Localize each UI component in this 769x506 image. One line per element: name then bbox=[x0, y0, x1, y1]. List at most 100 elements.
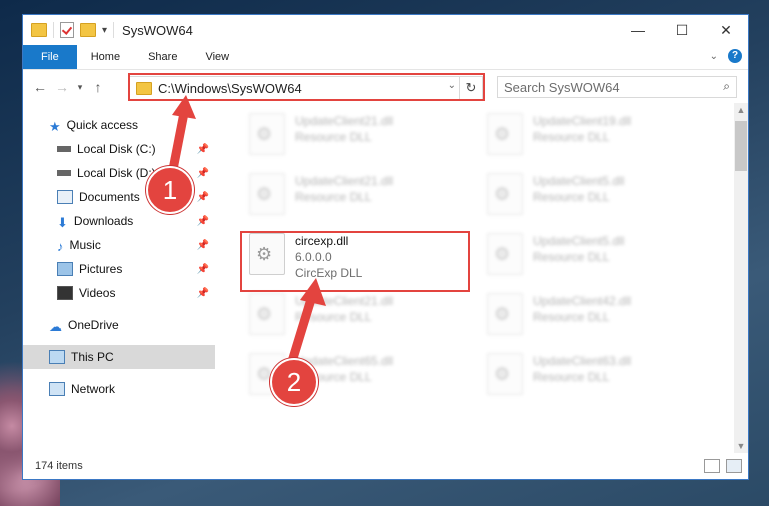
expand-ribbon-icon[interactable]: ⌄ bbox=[710, 51, 718, 62]
sidebar-item-label: Music bbox=[69, 238, 101, 252]
dll-file-icon bbox=[249, 173, 285, 215]
file-name: UpdateClient21.dll bbox=[295, 114, 394, 128]
file-name: UpdateClient42.dll bbox=[533, 294, 632, 308]
file-item[interactable]: UpdateClient5.dll Resource DLL bbox=[481, 169, 701, 225]
sidebar-item-pictures[interactable]: Pictures 📌 bbox=[23, 257, 215, 281]
search-placeholder: Search SysWOW64 bbox=[504, 79, 620, 95]
file-item[interactable]: UpdateClient5.dll Resource DLL bbox=[481, 229, 701, 285]
separator bbox=[113, 22, 115, 38]
dll-file-icon bbox=[249, 113, 285, 155]
tab-home[interactable]: Home bbox=[77, 45, 134, 69]
scroll-down-icon[interactable]: ▼ bbox=[734, 439, 748, 453]
download-icon: ⬇ bbox=[57, 215, 68, 230]
sidebar-item-label: Local Disk (D:) bbox=[77, 166, 156, 180]
cloud-icon: ☁ bbox=[49, 319, 62, 334]
scroll-thumb[interactable] bbox=[735, 121, 747, 171]
file-type: Resource DLL bbox=[533, 370, 610, 384]
back-button[interactable]: ← bbox=[29, 79, 51, 95]
tab-file[interactable]: File bbox=[23, 45, 77, 69]
close-button[interactable]: ✕ bbox=[704, 15, 748, 45]
dll-file-icon bbox=[487, 173, 523, 215]
pictures-icon bbox=[57, 262, 73, 276]
file-item[interactable]: UpdateClient21.dll Resource DLL bbox=[243, 169, 463, 225]
dll-file-icon bbox=[487, 233, 523, 275]
file-type: Resource DLL bbox=[295, 190, 372, 204]
navigation-bar: ← → ▾ ↑ C:\Windows\SysWOW64 ⌄ ↻ Search S… bbox=[23, 69, 748, 104]
sidebar-item-videos[interactable]: Videos 📌 bbox=[23, 281, 215, 305]
sidebar-item-label: Documents bbox=[79, 190, 140, 204]
properties-icon[interactable] bbox=[60, 22, 74, 38]
callout-2: 2 bbox=[270, 358, 318, 406]
pin-icon[interactable]: 📌 bbox=[197, 264, 209, 275]
sidebar-item-this-pc[interactable]: This PC bbox=[23, 345, 215, 369]
sidebar-item-label: Pictures bbox=[79, 262, 123, 276]
file-name: UpdateClient19.dll bbox=[533, 114, 632, 128]
details-view-icon[interactable] bbox=[704, 459, 720, 473]
file-type: Resource DLL bbox=[533, 190, 610, 204]
minimize-button[interactable]: — bbox=[616, 15, 660, 45]
music-icon: ♪ bbox=[57, 239, 64, 254]
sidebar-item-label: Quick access bbox=[66, 118, 139, 132]
videos-icon bbox=[57, 286, 73, 300]
sidebar-item-label: This PC bbox=[71, 350, 114, 364]
forward-button[interactable]: → bbox=[51, 79, 73, 95]
vertical-scrollbar[interactable]: ▲ ▼ bbox=[734, 103, 748, 453]
scroll-up-icon[interactable]: ▲ bbox=[734, 103, 748, 117]
sidebar-item-onedrive[interactable]: ☁ OneDrive bbox=[23, 313, 215, 337]
file-type: Resource DLL bbox=[533, 130, 610, 144]
up-button[interactable]: ↑ bbox=[87, 79, 109, 95]
file-item[interactable]: UpdateClient63.dll Resource DLL bbox=[481, 349, 701, 405]
separator bbox=[53, 22, 54, 38]
file-item[interactable]: UpdateClient19.dll Resource DLL bbox=[481, 109, 701, 165]
file-name: UpdateClient5.dll bbox=[533, 234, 625, 248]
new-folder-icon[interactable] bbox=[80, 23, 96, 37]
sidebar-item-network[interactable]: Network bbox=[23, 377, 215, 401]
search-icon: ⌕ bbox=[723, 79, 730, 93]
window-title: SysWOW64 bbox=[122, 22, 193, 38]
item-count: 174 items bbox=[35, 460, 83, 472]
file-item[interactable]: UpdateClient21.dll Resource DLL bbox=[243, 109, 463, 165]
callout-1: 1 bbox=[146, 166, 194, 214]
file-name: UpdateClient21.dll bbox=[295, 174, 394, 188]
recent-locations-icon[interactable]: ▾ bbox=[73, 82, 87, 93]
large-icons-view-icon[interactable] bbox=[726, 459, 742, 473]
sidebar-item-label: Local Disk (C:) bbox=[77, 142, 156, 156]
network-icon bbox=[49, 382, 65, 396]
explorer-window: ▾ SysWOW64 — ☐ ✕ File Home Share View ⌄ … bbox=[22, 14, 749, 480]
file-type: Resource DLL bbox=[533, 310, 610, 324]
pin-icon[interactable]: 📌 bbox=[197, 288, 209, 299]
sidebar-item-downloads[interactable]: ⬇ Downloads 📌 bbox=[23, 209, 215, 233]
ribbon-tabs: File Home Share View ⌄ ? bbox=[23, 45, 748, 69]
quick-access-toolbar: ▾ bbox=[31, 22, 107, 38]
sidebar-item-label: Network bbox=[71, 382, 116, 396]
file-name: UpdateClient5.dll bbox=[533, 174, 625, 188]
folder-icon[interactable] bbox=[31, 23, 47, 37]
status-bar: 174 items bbox=[23, 453, 748, 479]
star-icon: ★ bbox=[49, 119, 61, 134]
drive-icon bbox=[57, 146, 71, 152]
pin-icon[interactable]: 📌 bbox=[197, 240, 209, 251]
customize-toolbar-icon[interactable]: ▾ bbox=[102, 25, 107, 36]
file-type: Resource DLL bbox=[533, 250, 610, 264]
file-name: UpdateClient63.dll bbox=[533, 354, 632, 368]
tab-view[interactable]: View bbox=[191, 45, 243, 69]
dll-file-icon bbox=[487, 113, 523, 155]
pc-icon bbox=[49, 350, 65, 364]
tab-share[interactable]: Share bbox=[134, 45, 191, 69]
help-icon[interactable]: ? bbox=[728, 49, 742, 63]
sidebar-item-label: OneDrive bbox=[68, 318, 119, 332]
drive-icon bbox=[57, 170, 71, 176]
sidebar-item-label: Videos bbox=[79, 286, 116, 300]
title-bar: ▾ SysWOW64 — ☐ ✕ bbox=[23, 15, 748, 45]
sidebar-item-label: Downloads bbox=[73, 214, 134, 228]
window-controls: — ☐ ✕ bbox=[616, 15, 748, 45]
pin-icon[interactable]: 📌 bbox=[197, 216, 209, 227]
sidebar-item-music[interactable]: ♪ Music 📌 bbox=[23, 233, 215, 257]
file-item[interactable]: UpdateClient42.dll Resource DLL bbox=[481, 289, 701, 345]
maximize-button[interactable]: ☐ bbox=[660, 15, 704, 45]
file-type: Resource DLL bbox=[295, 130, 372, 144]
search-input[interactable]: Search SysWOW64 ⌕ bbox=[497, 76, 737, 98]
dll-file-icon bbox=[487, 293, 523, 335]
documents-icon bbox=[57, 190, 73, 204]
dll-file-icon bbox=[487, 353, 523, 395]
